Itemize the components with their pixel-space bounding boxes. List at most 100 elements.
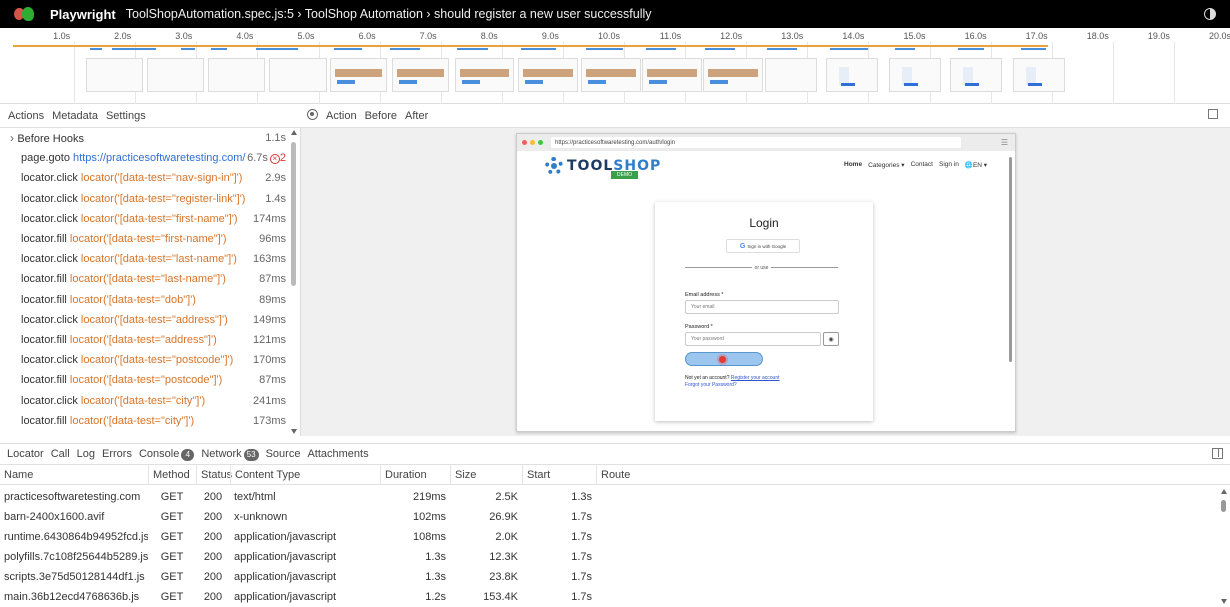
scroll-up-icon[interactable]	[1221, 489, 1227, 494]
nav-sign-in[interactable]: Sign in	[939, 161, 959, 169]
action-item[interactable]: locator.fill locator('[data-test="city"]…	[0, 411, 290, 431]
timeline-thumbnail[interactable]	[642, 58, 702, 92]
column-header-route[interactable]: Route	[596, 465, 1230, 485]
timeline-tick-label: 16.0s	[964, 31, 987, 41]
table-row[interactable]: barn-2400x1600.avif GET 200 x-unknown 102ms 2…	[0, 507, 1230, 527]
actions-scrollbar[interactable]	[290, 128, 298, 436]
action-name: locator.click locator('[data-test="first…	[21, 213, 238, 225]
timeline-thumbnail[interactable]	[826, 58, 878, 92]
action-item[interactable]: locator.click locator('[data-test="addre…	[0, 310, 290, 330]
table-cell: GET	[160, 551, 184, 563]
thumbnail-button	[841, 83, 855, 86]
column-header-start[interactable]: Start	[522, 465, 596, 485]
action-item[interactable]: page.goto https://practicesoftwaretestin…	[0, 148, 290, 168]
table-cell: GET	[160, 511, 184, 523]
tab-network[interactable]: Network 53	[201, 448, 259, 461]
theme-toggle-icon[interactable]	[1204, 8, 1216, 20]
action-item[interactable]: locator.click locator('[data-test="nav-s…	[0, 168, 290, 188]
timeline-thumbnail[interactable]	[765, 58, 817, 92]
column-header-status[interactable]: Status	[196, 465, 232, 485]
timeline-thumbnail[interactable]	[147, 58, 204, 92]
timeline-thumbnail[interactable]	[518, 58, 578, 92]
timeline-tick-label: 17.0s	[1025, 31, 1048, 41]
timeline-thumbnail[interactable]	[581, 58, 641, 92]
action-item[interactable]: locator.click locator('[data-test="last-…	[0, 249, 290, 269]
timeline-thumbnail[interactable]	[1013, 58, 1065, 92]
action-item[interactable]: locator.fill locator('[data-test="addres…	[0, 330, 290, 350]
snapshot-tabs: Action Before After	[300, 104, 1230, 128]
table-row[interactable]: scripts.3e75d50128144df1.js GET 200 applica…	[0, 567, 1230, 587]
tab-source[interactable]: Source	[266, 448, 301, 460]
scroll-down-icon[interactable]	[291, 429, 297, 434]
toggle-layout-icon[interactable]	[1212, 448, 1223, 459]
tab-errors[interactable]: Errors	[102, 448, 132, 460]
table-cell: 153.4K	[483, 591, 518, 603]
table-row[interactable]: polyfills.7c108f25644b5289.js GET 200 appli…	[0, 547, 1230, 567]
scrollbar-thumb[interactable]	[1221, 500, 1226, 512]
tab-console[interactable]: Console 4	[139, 448, 195, 461]
thumbnail-banner	[460, 69, 509, 77]
tab-attachments[interactable]: Attachments	[307, 448, 368, 460]
timeline-thumbnail[interactable]	[208, 58, 265, 92]
tab-metadata[interactable]: Metadata	[52, 110, 98, 122]
scroll-up-icon[interactable]	[291, 130, 297, 135]
tab-actions[interactable]: Actions	[8, 110, 44, 122]
action-item[interactable]: locator.click locator('[data-test="postc…	[0, 350, 290, 370]
action-duration-value: 1.1s	[265, 132, 286, 144]
table-cell: 200	[203, 531, 223, 543]
timeline-tick-label: 15.0s	[903, 31, 926, 41]
table-row[interactable]: runtime.6430864b94952fcd.js GET 200 applica…	[0, 527, 1230, 547]
tab-settings[interactable]: Settings	[106, 110, 146, 122]
column-header-duration[interactable]: Duration	[380, 465, 450, 485]
pick-locator-icon[interactable]	[307, 109, 318, 120]
open-external-icon[interactable]	[1208, 109, 1218, 119]
timeline[interactable]: 1.0s 2.0s 3.0s 4.0s 5.0s 6.0s 7.0s 8.0s 9.0s 10.0…	[0, 28, 1230, 104]
action-item[interactable]: locator.fill locator('[data-test="postco…	[0, 370, 290, 390]
column-header-size[interactable]: Size	[450, 465, 522, 485]
action-duration: 1.1s	[265, 132, 286, 144]
timeline-thumbnail[interactable]	[703, 58, 763, 92]
action-item[interactable]: locator.fill locator('[data-test="last-n…	[0, 269, 290, 289]
password-label: Password *	[685, 324, 713, 330]
demo-badge: DEMO	[611, 171, 638, 179]
login-title: Login	[749, 216, 779, 230]
timeline-thumbnail[interactable]	[392, 58, 449, 92]
timeline-thumbnail[interactable]	[269, 58, 327, 92]
timeline-thumbnail[interactable]	[455, 58, 514, 92]
nav-home[interactable]: Home	[844, 161, 862, 169]
column-header-name[interactable]: Name	[0, 465, 148, 485]
tab-action[interactable]: Action	[326, 110, 357, 122]
tab-before[interactable]: Before	[365, 110, 397, 122]
nav-language[interactable]: 🌐EN ▾	[965, 161, 987, 169]
column-header-content-type[interactable]: Content Type	[230, 465, 380, 485]
tab-after[interactable]: After	[405, 110, 428, 122]
table-cell: application/javascript	[234, 551, 337, 563]
action-item[interactable]: locator.click locator('[data-test="first…	[0, 209, 290, 229]
network-scrollbar[interactable]	[1218, 487, 1230, 606]
scrollbar-thumb[interactable]	[291, 142, 296, 286]
tab-call[interactable]: Call	[51, 448, 70, 460]
action-item[interactable]: locator.fill locator('[data-test="first-…	[0, 229, 290, 249]
timeline-thumbnail[interactable]	[86, 58, 143, 92]
action-item[interactable]: › Before Hooks 1.1s	[0, 128, 290, 148]
action-target: locator('[data-test="postcode"]')	[69, 374, 223, 387]
nav-categories[interactable]: Categories ▾	[868, 161, 905, 169]
scroll-down-icon[interactable]	[1221, 599, 1227, 604]
nav-contact[interactable]: Contact	[911, 161, 933, 169]
action-duration-value: 173ms	[252, 414, 286, 427]
action-item[interactable]: locator.click locator('[data-test="regis…	[0, 189, 290, 209]
table-row[interactable]: practicesoftwaretesting.com GET 200 text/ht…	[0, 487, 1230, 507]
thumbnail-button	[1028, 83, 1042, 86]
or-divider: or use	[685, 264, 838, 271]
table-cell	[596, 547, 1230, 567]
action-item[interactable]: locator.click locator('[data-test="city"…	[0, 391, 290, 411]
action-item[interactable]: locator.fill locator('[data-test="dob"]'…	[0, 290, 290, 310]
column-header-method[interactable]: Method	[148, 465, 196, 485]
timeline-thumbnail[interactable]	[330, 58, 387, 92]
timeline-thumbnail[interactable]	[950, 58, 1002, 92]
tab-locator[interactable]: Locator	[7, 448, 44, 460]
timeline-thumbnail[interactable]	[889, 58, 941, 92]
timeline-tick	[74, 42, 76, 104]
table-row[interactable]: main.36b12ecd4768636b.js GET 200 applicatio…	[0, 587, 1230, 607]
tab-log[interactable]: Log	[77, 448, 95, 460]
